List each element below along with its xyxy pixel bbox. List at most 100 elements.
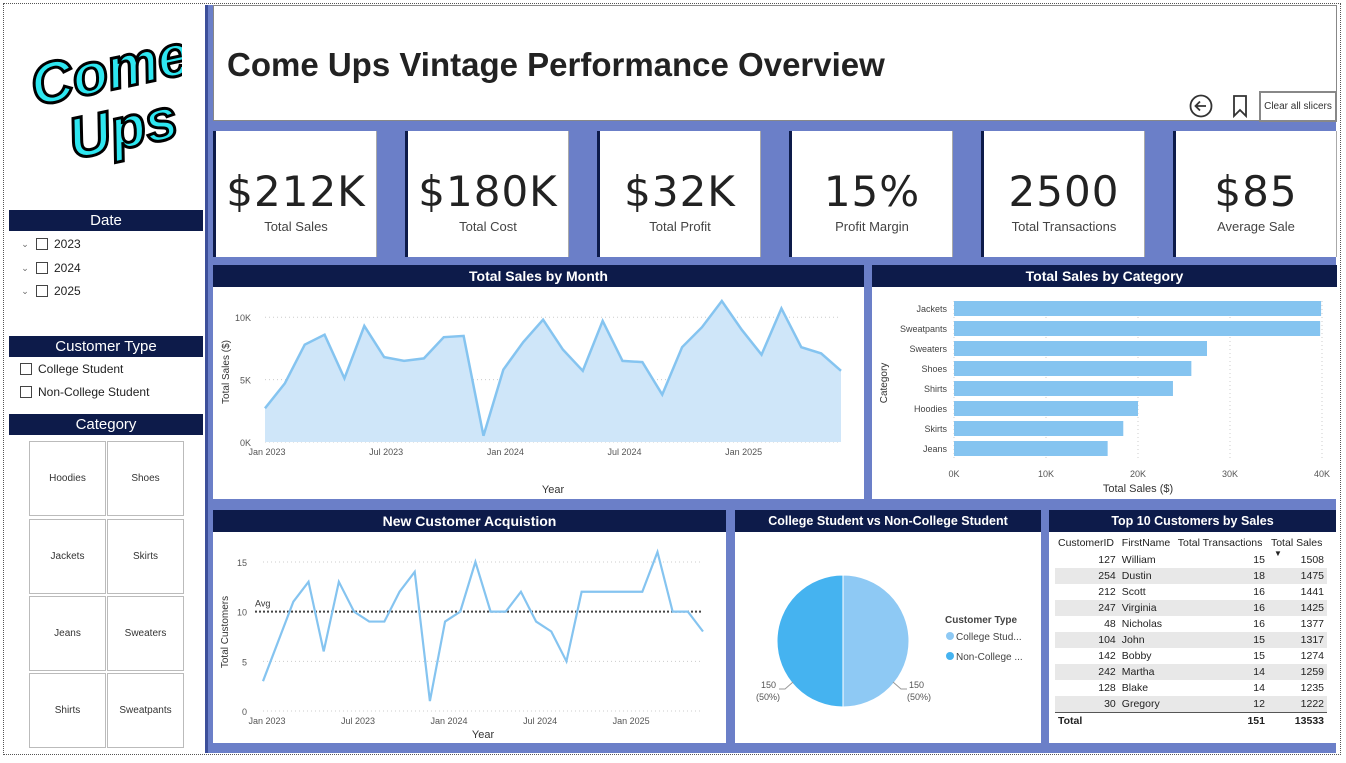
- category-bar: [954, 441, 1108, 456]
- kpi-value: $32K: [624, 167, 736, 216]
- report-canvas: Come Ups Vintage Performance Overview Cl…: [205, 5, 1337, 753]
- table-cell: Gregory: [1118, 696, 1175, 712]
- table-cell: 128: [1098, 682, 1116, 694]
- category-label: Sweatpants: [900, 324, 948, 334]
- checkbox[interactable]: [36, 285, 48, 297]
- category-label: Jackets: [916, 304, 947, 314]
- category-bar: [954, 301, 1322, 316]
- x-tick-label: Jul 2023: [341, 716, 375, 726]
- checkbox[interactable]: [36, 238, 48, 250]
- x-tick-label: Jan 2023: [248, 716, 285, 726]
- column-header[interactable]: FirstName: [1119, 534, 1175, 552]
- table-cell: 104: [1055, 632, 1119, 648]
- kpi-card: 2500 Total Transactions: [981, 131, 1145, 257]
- category-slicer-title: Category: [9, 414, 203, 435]
- category-tile-shoes[interactable]: Shoes: [107, 441, 184, 516]
- category-tile-sweaters[interactable]: Sweaters: [107, 596, 184, 671]
- chevron-down-icon[interactable]: ⌄: [20, 263, 30, 274]
- bookmark-icon[interactable]: [1230, 94, 1250, 118]
- kpi-card: $180K Total Cost: [405, 131, 569, 257]
- table-cell: 15: [1253, 650, 1265, 662]
- table-row[interactable]: 127 William 15 1508: [1055, 552, 1327, 568]
- table-total-cell: Total: [1055, 711, 1119, 730]
- table-row[interactable]: 142 Bobby 15 1274: [1055, 648, 1327, 664]
- customer-type-pie-chart: College Student vs Non-College Student 1…: [735, 510, 1041, 743]
- checkbox[interactable]: [20, 363, 32, 375]
- date-item-label: 2024: [54, 261, 81, 275]
- table-row[interactable]: 247 Virginia 16 1425: [1055, 600, 1327, 616]
- customers-line: [261, 548, 704, 702]
- date-item-2025[interactable]: ⌄ 2025: [20, 284, 81, 298]
- category-tiles: Hoodies Shoes Jackets Skirts Jeans Sweat…: [29, 441, 186, 750]
- table-cell: 48: [1104, 618, 1116, 630]
- category-tile-hoodies[interactable]: Hoodies: [29, 441, 106, 516]
- y-tick-label: 5K: [240, 376, 251, 386]
- chevron-down-icon[interactable]: ⌄: [20, 286, 30, 297]
- chart-title: Total Sales by Month: [213, 265, 864, 287]
- column-header[interactable]: CustomerID: [1055, 534, 1119, 552]
- table-total-cell: 13533: [1267, 711, 1327, 730]
- category-tile-skirts[interactable]: Skirts: [107, 519, 184, 594]
- legend-swatch: [946, 652, 954, 660]
- x-tick-label: Jul 2024: [608, 447, 642, 457]
- top-customers-table: CustomerID FirstName Total Transactions …: [1055, 534, 1327, 730]
- customer-type-non-college[interactable]: Non-College Student: [20, 385, 149, 399]
- table-cell: Martha: [1118, 664, 1175, 680]
- date-item-label: 2025: [54, 284, 81, 298]
- y-axis-label: Category: [879, 363, 890, 404]
- table-cell: Blake: [1121, 682, 1149, 694]
- kpi-label: Total Sales: [264, 219, 328, 234]
- chart-title: Total Sales by Category: [872, 265, 1337, 287]
- checkbox[interactable]: [20, 386, 32, 398]
- date-item-2023[interactable]: ⌄ 2023: [20, 237, 80, 251]
- table-cell: 1425: [1267, 600, 1327, 616]
- category-label: Shoes: [921, 364, 947, 374]
- kpi-label: Total Transactions: [1011, 219, 1117, 234]
- chart-title: Top 10 Customers by Sales: [1049, 510, 1336, 532]
- sales-by-category-plot: 0K 10K 20K 30K 40K Jackets Sweatpants Sweaters S…: [879, 301, 1330, 495]
- clear-all-slicers-button[interactable]: Clear all slicers: [1259, 91, 1337, 122]
- table-cell: Dustin: [1118, 568, 1175, 584]
- table-row[interactable]: 30 Gregory 12 1222: [1055, 696, 1327, 712]
- table-cell: 16: [1253, 618, 1265, 630]
- category-bar: [954, 421, 1124, 436]
- x-axis-label: Total Sales ($): [1103, 483, 1173, 495]
- table-cell: William: [1121, 554, 1156, 566]
- chevron-down-icon[interactable]: ⌄: [20, 239, 30, 250]
- category-tile-shirts[interactable]: Shirts: [29, 673, 106, 748]
- customer-type-college[interactable]: College Student: [20, 362, 123, 376]
- table-row[interactable]: 212 Scott 16 1441: [1055, 584, 1327, 600]
- new-customer-acquisition-plot: 0 5 10 15 Avg Jan 2023 Jul 2023 Jan 2024 Jul 202…: [220, 548, 704, 741]
- table-total-row: Total 151 13533: [1055, 711, 1327, 730]
- table-cell: 12: [1174, 696, 1268, 712]
- table-row[interactable]: 128 Blake 14 1235: [1055, 680, 1327, 696]
- kpi-value: $180K: [418, 167, 558, 216]
- date-item-2024[interactable]: ⌄ 2024: [20, 261, 81, 275]
- category-bar: [954, 321, 1321, 336]
- table-row[interactable]: 242 Martha 14 1259: [1055, 664, 1327, 680]
- table-cell: 212: [1098, 586, 1116, 598]
- category-label: Jeans: [923, 444, 948, 454]
- x-tick-label: Jul 2023: [369, 447, 403, 457]
- column-header[interactable]: Total Transactions: [1175, 534, 1268, 552]
- table-row[interactable]: 48 Nicholas 16 1377: [1055, 616, 1327, 632]
- table-cell: 254: [1055, 568, 1119, 584]
- back-arrow-icon[interactable]: [1189, 94, 1213, 118]
- kpi-value: 15%: [823, 167, 921, 216]
- category-tile-sweatpants[interactable]: Sweatpants: [107, 673, 184, 748]
- sort-descending-icon: ▼: [1273, 549, 1282, 558]
- y-axis-label: Total Customers: [220, 596, 231, 668]
- x-axis-label: Year: [472, 729, 495, 741]
- checkbox[interactable]: [36, 262, 48, 274]
- sales-area: [265, 300, 841, 442]
- category-tile-jackets[interactable]: Jackets: [29, 519, 106, 594]
- x-tick-label: Jul 2024: [523, 716, 557, 726]
- table-row[interactable]: 254 Dustin 18 1475: [1055, 568, 1327, 584]
- table-cell: 1441: [1300, 586, 1324, 598]
- column-header-sorted[interactable]: Total Sales ▼: [1268, 534, 1327, 558]
- category-label: Sweaters: [909, 344, 947, 354]
- category-tile-jeans[interactable]: Jeans: [29, 596, 106, 671]
- table-row[interactable]: 104 John 15 1317: [1055, 632, 1327, 648]
- kpi-value: 2500: [1008, 167, 1120, 216]
- slice-percent-label: (50%): [907, 692, 931, 702]
